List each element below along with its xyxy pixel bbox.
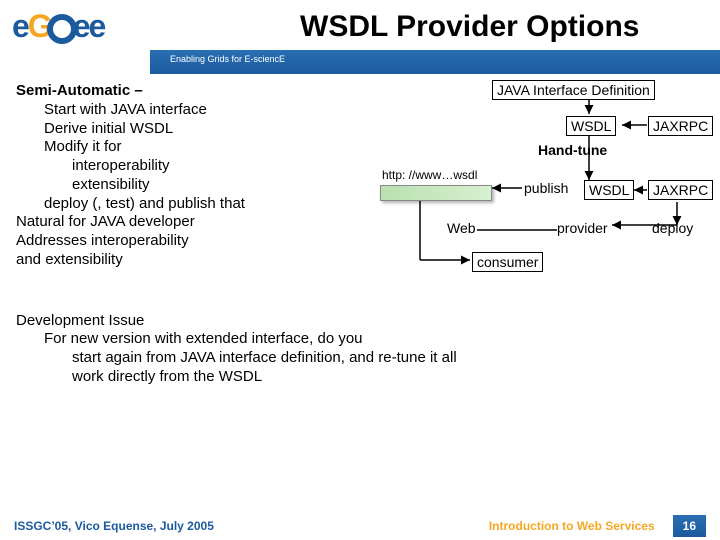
logo-letter-e: e xyxy=(12,8,28,44)
dev-line3: work directly from the WSDL xyxy=(72,368,710,387)
tagline: Enabling Grids for E-sciencE xyxy=(170,54,285,64)
deploy-label: deploy xyxy=(652,220,693,236)
jaxrpc-box-2: JAXRPC xyxy=(648,180,713,200)
jaxrpc-box-1: JAXRPC xyxy=(648,116,713,136)
hand-tune-label: Hand-tune xyxy=(538,142,607,158)
footer-page: 16 xyxy=(673,515,706,537)
dev-heading: Development Issue xyxy=(16,312,710,331)
logo-letter-e3: e xyxy=(88,8,104,44)
web-label: Web xyxy=(447,220,476,236)
flow-diagram: JAVA Interface Definition WSDL JAXRPC Ha… xyxy=(352,80,712,290)
footer-right: Introduction to Web Services xyxy=(489,519,655,533)
logo-circle-icon xyxy=(47,14,77,44)
dev-line2: start again from JAVA interface definiti… xyxy=(72,349,710,368)
footer-left: ISSGC’05, Vico Equense, July 2005 xyxy=(14,519,214,533)
header: eGee WSDL Provider Options Enabling Grid… xyxy=(0,0,720,74)
provider-label: provider xyxy=(557,220,608,236)
http-label: http: //www…wsdl xyxy=(382,168,477,182)
page-title: WSDL Provider Options xyxy=(300,10,639,44)
consumer-box: consumer xyxy=(472,252,543,272)
dev-line1: For new version with extended interface,… xyxy=(44,330,710,349)
wsdl-box-2: WSDL xyxy=(584,180,634,200)
java-interface-def-box: JAVA Interface Definition xyxy=(492,80,655,100)
footer: ISSGC’05, Vico Equense, July 2005 Introd… xyxy=(0,512,720,540)
egee-logo: eGee xyxy=(12,8,142,54)
publish-label: publish xyxy=(524,180,568,196)
semi-heading: Semi-Automatic – xyxy=(16,82,143,99)
wsdl-box-1: WSDL xyxy=(566,116,616,136)
http-box xyxy=(380,185,492,201)
